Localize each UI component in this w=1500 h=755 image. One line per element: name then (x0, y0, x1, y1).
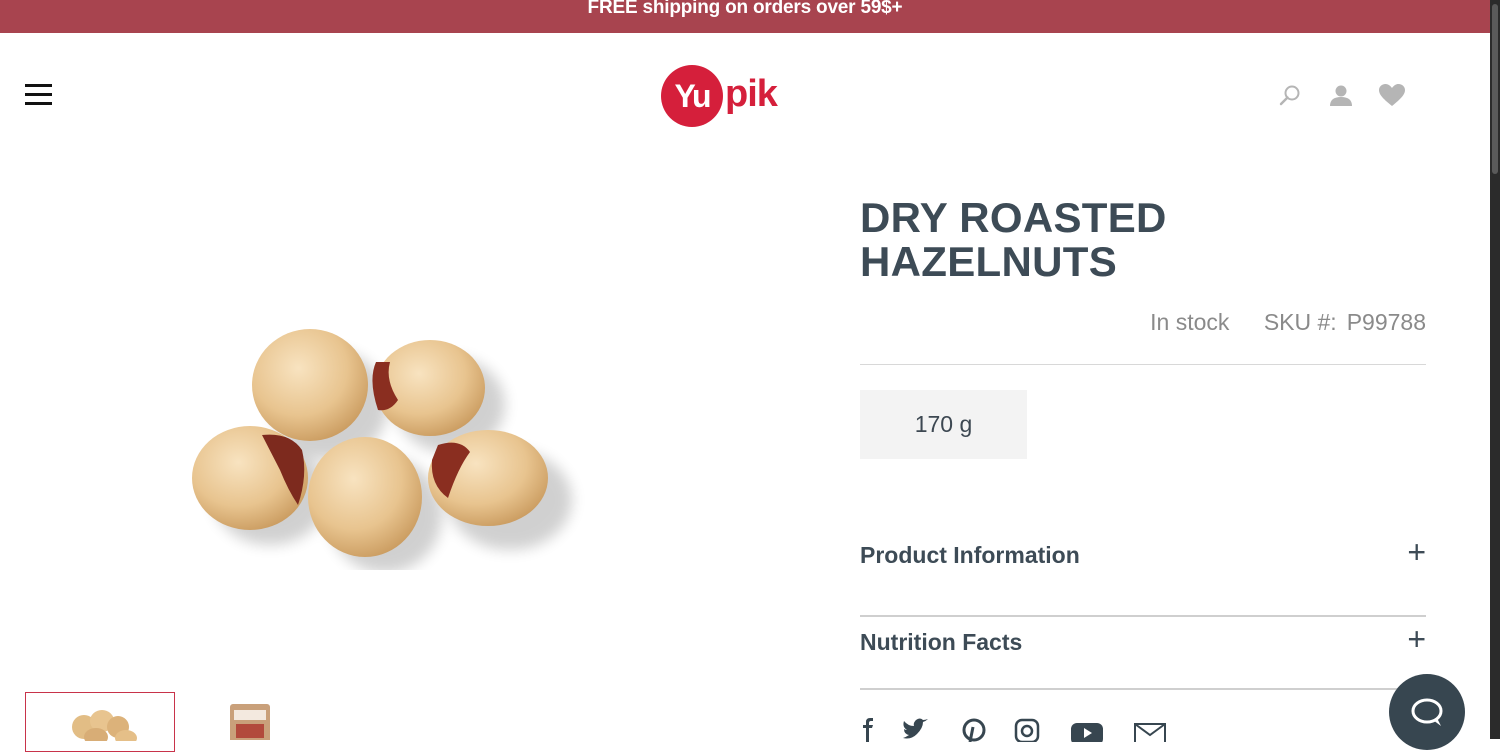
stock-status: In stock (1150, 309, 1230, 335)
user-icon[interactable] (1328, 83, 1356, 111)
thumbnail-hazelnuts[interactable] (25, 692, 175, 752)
sku-value: P99788 (1346, 309, 1426, 335)
product-title: DRY ROASTED HAZELNUTS (860, 196, 1420, 284)
yupik-logo[interactable]: Yu pik (661, 65, 793, 127)
email-icon[interactable] (1133, 718, 1167, 745)
product-main-image (180, 320, 600, 573)
title-line-1: DRY ROASTED (860, 194, 1167, 241)
accordion-label: Product Information (860, 542, 1080, 568)
instagram-icon[interactable] (1014, 718, 1044, 744)
title-line-2: HAZELNUTS (860, 238, 1118, 285)
menu-icon[interactable] (25, 84, 53, 108)
page-scrollbar[interactable] (1490, 0, 1500, 739)
site-header: Yu pik (0, 33, 1490, 163)
youtube-icon[interactable] (1070, 718, 1104, 745)
search-icon[interactable] (1277, 83, 1305, 111)
twitter-icon[interactable] (901, 718, 931, 742)
logo-circle: Yu (661, 65, 723, 127)
divider (860, 364, 1426, 365)
plus-icon: + (1407, 621, 1426, 657)
accordion-label: Nutrition Facts (860, 629, 1023, 655)
pinterest-icon[interactable] (962, 718, 992, 743)
heart-icon[interactable] (1378, 83, 1406, 111)
scrollbar-thumb[interactable] (1492, 4, 1498, 174)
accordion-product-information[interactable]: Product Information + (860, 530, 1426, 617)
accordion-divider (860, 688, 1426, 690)
size-option-button[interactable]: 170 g (860, 390, 1027, 459)
accordion-nutrition-facts[interactable]: Nutrition Facts + (860, 617, 1426, 690)
sku-label: SKU #: (1263, 309, 1337, 335)
logo-text: pik (725, 73, 778, 115)
thumbnail-package[interactable] (190, 692, 300, 752)
stock-sku-row: In stock SKU #: P99788 (860, 309, 1426, 336)
plus-icon: + (1407, 534, 1426, 570)
facebook-icon[interactable] (858, 718, 888, 742)
shipping-banner: FREE shipping on orders over 59$+ (0, 0, 1490, 33)
